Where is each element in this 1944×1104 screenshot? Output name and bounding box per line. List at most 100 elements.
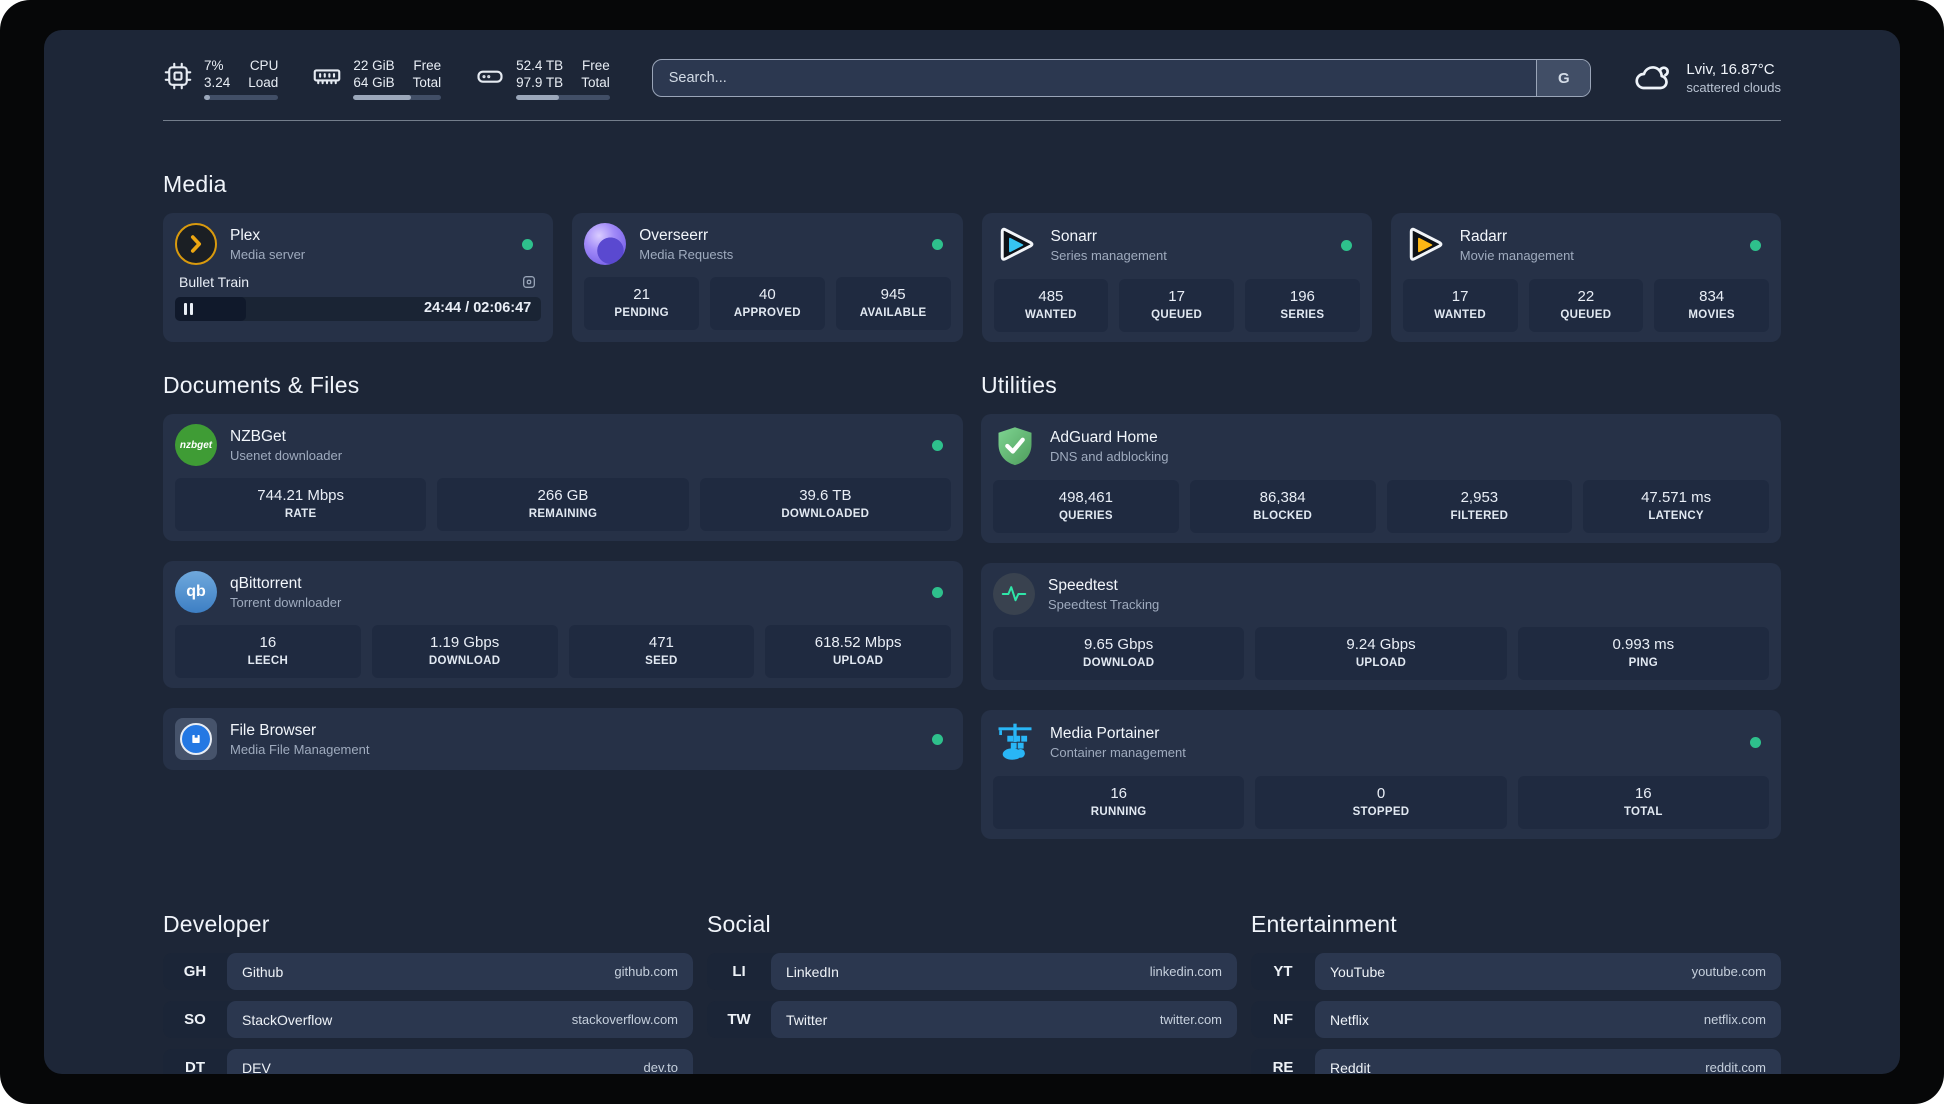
homepage-dashboard: 7% 3.24 CPU Load 22 GiB 64 GiB Free Tota… (44, 30, 1900, 1074)
service-name: Speedtest (1048, 576, 1118, 594)
bookmark-stackoverflow[interactable]: SO StackOverflow stackoverflow.com (163, 1001, 693, 1038)
bookmark-youtube[interactable]: YT YouTube youtube.com (1251, 953, 1781, 990)
search-provider-button[interactable]: G (1536, 60, 1591, 96)
memory-total-label: Total (412, 74, 442, 90)
bookmark-dev[interactable]: DT DEV dev.to (163, 1049, 693, 1074)
status-dot (1750, 239, 1761, 251)
service-card-overseerr[interactable]: Overseerr Media Requests 21 PENDING 40 APP… (572, 213, 963, 342)
status-dot (1750, 736, 1761, 748)
bookmark-label: DEV (242, 1059, 271, 1075)
cpu-icon (164, 62, 192, 90)
cpu-load-label: Load (248, 74, 279, 90)
memory-widget: 22 GiB 64 GiB Free Total (312, 57, 442, 100)
stat-upload: 9.24 Gbps UPLOAD (1255, 627, 1507, 680)
stat-leech: 16 LEECH (175, 625, 361, 678)
service-description: Container management (1050, 744, 1186, 760)
stat-movies: 834 MOVIES (1654, 279, 1769, 332)
stat-download: 9.65 Gbps DOWNLOAD (993, 627, 1245, 680)
service-card-plex[interactable]: Plex Media server Bullet Train 24:44 / 0… (163, 213, 554, 342)
cpu-usage-value: 7% (204, 57, 224, 73)
bookmark-netflix[interactable]: NF Netflix netflix.com (1251, 1001, 1781, 1038)
nzbget-icon: nzbget (175, 424, 217, 466)
status-dot (932, 439, 943, 451)
stat-filtered: 2,953 FILTERED (1386, 480, 1573, 533)
service-name: Plex (230, 226, 261, 244)
service-card-adguard[interactable]: AdGuard Home DNS and adblocking 498,461 Q… (981, 414, 1781, 543)
search-input[interactable] (652, 60, 1537, 96)
stat-total: 16 TOTAL (1517, 776, 1769, 829)
bookmark-url: twitter.com (1159, 1012, 1222, 1027)
section-title-documents: Documents & Files (163, 372, 360, 398)
stat-wanted: 17 WANTED (1402, 279, 1518, 332)
qbittorrent-icon: qb (175, 571, 217, 613)
window-frame: 7% 3.24 CPU Load 22 GiB 64 GiB Free Tota… (0, 0, 1944, 1104)
service-description: Media File Management (230, 741, 370, 757)
service-name: NZBGet (230, 427, 286, 445)
cpu-widget: 7% 3.24 CPU Load (163, 57, 279, 100)
cpu-usage-bar (204, 94, 279, 100)
service-card-sonarr[interactable]: Sonarr Series management 485 WANTED 17 QUE… (981, 213, 1372, 342)
service-name: qBittorrent (230, 574, 302, 592)
stat-upload: 618.52 Mbps UPLOAD (765, 625, 951, 678)
bookmark-url: netflix.com (1703, 1012, 1766, 1027)
memory-icon (314, 69, 341, 85)
stat-seed: 471 SEED (568, 625, 755, 678)
stat-queued: 17 QUEUED (1119, 279, 1234, 332)
service-card-nzbget[interactable]: nzbget NZBGet Usenet downloader 744.21 M… (163, 414, 963, 541)
status-dot (1340, 239, 1352, 251)
memory-usage-bar (353, 94, 442, 100)
scattered-clouds-icon (1635, 66, 1670, 90)
resource-widgets: 7% 3.24 CPU Load 22 GiB 64 GiB Free Tota… (163, 57, 610, 100)
service-card-radarr[interactable]: Radarr Movie management 17 WANTED 22 QUEUE… (1390, 213, 1781, 342)
bookmark-abbr: NF (1273, 1011, 1293, 1028)
cpu-usage-label: CPU (249, 57, 279, 73)
stat-blocked: 86,384 BLOCKED (1189, 480, 1376, 533)
service-card-filebrowser[interactable]: File Browser Media File Management (163, 708, 963, 770)
service-name: File Browser (230, 721, 317, 739)
disk-free-value: 52.4 TB (516, 57, 564, 73)
stat-running: 16 RUNNING (993, 776, 1245, 829)
bookmark-group-title: Entertainment (1251, 911, 1397, 937)
cpu-load-value: 3.24 (204, 74, 231, 90)
service-card-qbittorrent[interactable]: qb qBittorrent Torrent downloader 16 LEEC… (163, 561, 963, 688)
stat-available: 945 AVAILABLE (835, 277, 951, 330)
stat-ping: 0.993 ms PING (1517, 627, 1769, 680)
disk-widget: 52.4 TB 97.9 TB Free Total (475, 57, 610, 100)
stat-latency: 47.571 ms LATENCY (1583, 480, 1769, 533)
bookmark-github[interactable]: GH Github github.com (163, 953, 693, 990)
stat-approved: 40 APPROVED (710, 277, 825, 330)
bookmark-url: linkedin.com (1149, 964, 1222, 979)
now-playing-title: Bullet Train (179, 274, 250, 290)
pause-icon (184, 303, 193, 315)
service-description: Media Requests (639, 246, 734, 262)
service-card-portainer[interactable]: Media Portainer Container management 16 R… (981, 710, 1781, 839)
bookmark-reddit[interactable]: RE Reddit reddit.com (1251, 1049, 1781, 1074)
top-bar: 7% 3.24 CPU Load 22 GiB 64 GiB Free Tota… (163, 50, 1781, 106)
bookmark-url: dev.to (643, 1060, 678, 1074)
bookmark-label: Netflix (1330, 1011, 1369, 1028)
weather-location-temp: Lviv, 16.87°C (1686, 61, 1775, 78)
search-bar: G (651, 59, 1592, 97)
disk-icon (477, 70, 503, 83)
stat-series: 196 SERIES (1245, 279, 1360, 332)
adguard-icon (998, 427, 1032, 466)
service-description: Media server (230, 246, 306, 262)
bookmark-twitter[interactable]: TW Twitter twitter.com (707, 1001, 1237, 1038)
bookmark-linkedin[interactable]: LI LinkedIn linkedin.com (707, 953, 1237, 990)
bookmark-label: Reddit (1330, 1059, 1371, 1075)
filebrowser-icon (175, 718, 217, 760)
section-utilities: Utilities AdGuard Home DNS and adblockin… (981, 372, 1781, 859)
stat-stopped: 0 STOPPED (1255, 776, 1507, 829)
service-card-speedtest[interactable]: Speedtest Speedtest Tracking 9.65 Gbps DO… (981, 563, 1781, 690)
section-media: Media Plex Media server Bullet Train 24:… (163, 171, 1781, 342)
service-name: Overseerr (639, 226, 709, 244)
header-divider (163, 120, 1781, 121)
stat-download: 1.19 Gbps DOWNLOAD (371, 625, 558, 678)
playback-time: 24:44 / 02:06:47 (424, 300, 532, 316)
disk-total-label: Total (581, 74, 610, 90)
service-description: Speedtest Tracking (1048, 596, 1160, 612)
sonarr-icon (1000, 227, 1033, 261)
bookmark-url: reddit.com (1705, 1060, 1766, 1074)
status-dot (932, 586, 943, 598)
memory-total-value: 64 GiB (353, 74, 395, 90)
